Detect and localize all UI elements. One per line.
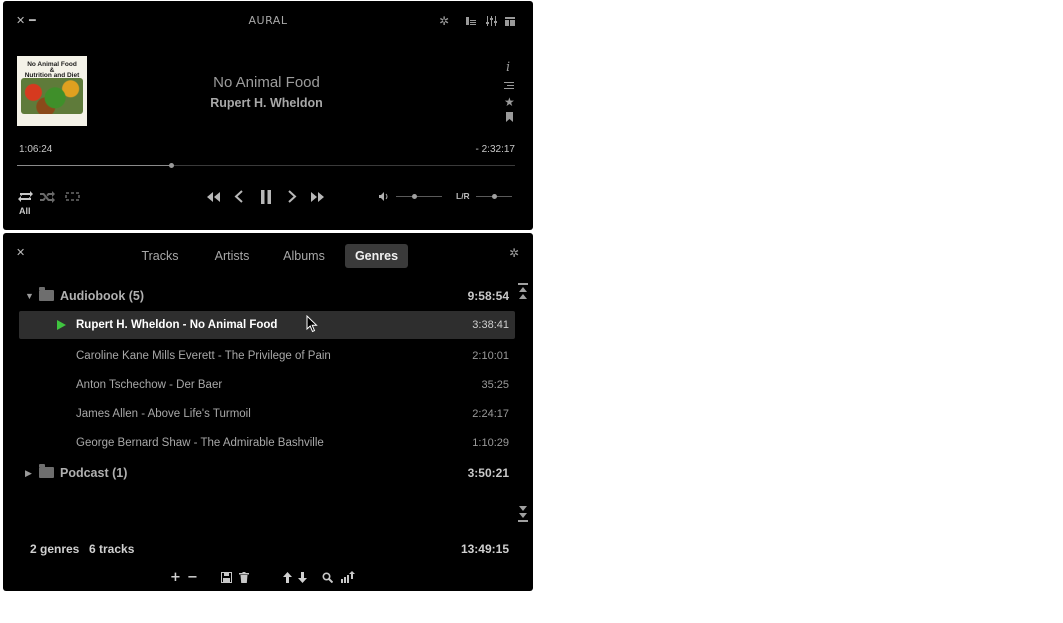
close-icon[interactable]: ✕ [16,247,25,259]
remaining-time[interactable]: - 2:32:17 [476,144,515,155]
track-artist: Rupert H. Wheldon [210,96,323,110]
track-duration: 35:25 [481,379,509,391]
bookmark-icon[interactable] [505,112,514,123]
volume-icon[interactable] [378,191,390,202]
move-down-icon[interactable] [298,572,307,583]
elapsed-time[interactable]: 1:06:24 [19,144,52,155]
settings-gear-icon[interactable]: ✲ [439,15,449,27]
scroll-to-top-icon[interactable] [518,282,528,304]
track-name: Anton Tschechow - Der Baer [76,379,223,391]
tab-albums[interactable]: Albums [277,244,331,268]
seek-forward-icon[interactable] [310,191,325,203]
remove-icon[interactable]: − [187,571,198,584]
trash-icon[interactable] [239,572,249,583]
track-count: 6 tracks [89,542,135,556]
folder-icon [39,464,54,478]
shuffle-icon[interactable] [39,190,56,203]
total-duration: 13:49:15 [460,542,509,556]
tab-genres[interactable]: Genres [345,244,408,268]
chapters-icon[interactable] [504,81,515,91]
search-icon[interactable] [322,572,333,583]
track-name: James Allen - Above Life's Turmoil [76,408,251,420]
equalizer-icon[interactable] [485,15,497,27]
track-name: Rupert H. Wheldon - No Animal Food [76,319,278,331]
previous-track-icon[interactable] [233,190,244,203]
loop-segment-icon[interactable] [64,190,81,203]
seek-progress [17,165,172,166]
track-row[interactable]: Rupert H. Wheldon - No Animal Food 3:38:… [19,311,515,339]
track-title: No Animal Food [213,74,320,91]
balance-label: L/R [456,191,470,201]
tab-artists[interactable]: Artists [205,244,259,268]
seek-knob[interactable] [169,163,175,168]
mouse-cursor-icon [306,315,318,333]
genre-group-audiobook[interactable]: ▼ Audiobook (5) 9:58:54 [19,284,515,308]
track-name: Caroline Kane Mills Everett - The Privil… [76,350,331,362]
balance-slider[interactable] [476,194,512,199]
album-cover: No Animal Food & Nutrition and Diet [17,56,87,126]
app-title: AURAL [248,14,288,27]
genre-group-podcast[interactable]: ▶ Podcast (1) 3:50:21 [19,461,515,485]
track-row[interactable]: James Allen - Above Life's Turmoil 2:24:… [19,400,515,428]
balance-knob[interactable] [492,194,497,199]
favorite-star-icon[interactable]: ★ [504,96,515,108]
track-row[interactable]: Caroline Kane Mills Everett - The Privil… [19,342,515,370]
add-icon[interactable]: + [170,571,181,584]
volume-knob[interactable] [412,194,418,199]
collapsed-disclosure-icon[interactable]: ▶ [25,461,32,485]
track-duration: 1:10:29 [472,437,509,449]
repeat-icon[interactable] [17,190,34,203]
group-duration: 9:58:54 [467,289,509,303]
pause-icon[interactable] [260,190,272,204]
player-window: ✕ ━ AURAL ✲ No Animal Food & Nutrition a… [3,1,533,230]
info-icon[interactable]: i [506,61,510,74]
playlist-icon[interactable] [465,15,477,27]
layout-icon[interactable] [504,15,516,27]
cover-food-image [21,78,83,114]
folder-icon [39,287,54,301]
seek-backward-icon[interactable] [206,191,221,203]
track-row[interactable]: George Bernard Shaw - The Admirable Bash… [19,429,515,457]
group-name: Audiobook (5) [60,289,145,303]
volume-slider[interactable] [396,194,442,199]
scroll-to-bottom-icon[interactable] [518,505,528,527]
move-up-icon[interactable] [283,572,292,583]
tab-tracks[interactable]: Tracks [134,244,186,268]
playlist-settings-gear-icon[interactable]: ✲ [509,247,519,259]
next-track-icon[interactable] [287,190,298,203]
group-name: Podcast (1) [60,466,128,480]
group-duration: 3:50:21 [467,466,509,480]
track-duration: 2:10:01 [472,350,509,362]
track-duration: 3:38:41 [472,319,509,331]
track-name: George Bernard Shaw - The Admirable Bash… [76,437,324,449]
track-duration: 2:24:17 [472,408,509,420]
sort-icon[interactable] [341,571,355,583]
seek-slider[interactable] [17,163,515,168]
track-row[interactable]: Anton Tschechow - Der Baer 35:25 [19,371,515,399]
playlist-window: ✕ Tracks Artists Albums Genres ✲ ▼ Audio… [3,233,533,591]
expanded-disclosure-icon[interactable]: ▼ [25,284,34,308]
genre-count: 2 genres [30,542,80,556]
save-icon[interactable] [221,572,232,583]
repeat-mode-label: All [19,206,31,216]
